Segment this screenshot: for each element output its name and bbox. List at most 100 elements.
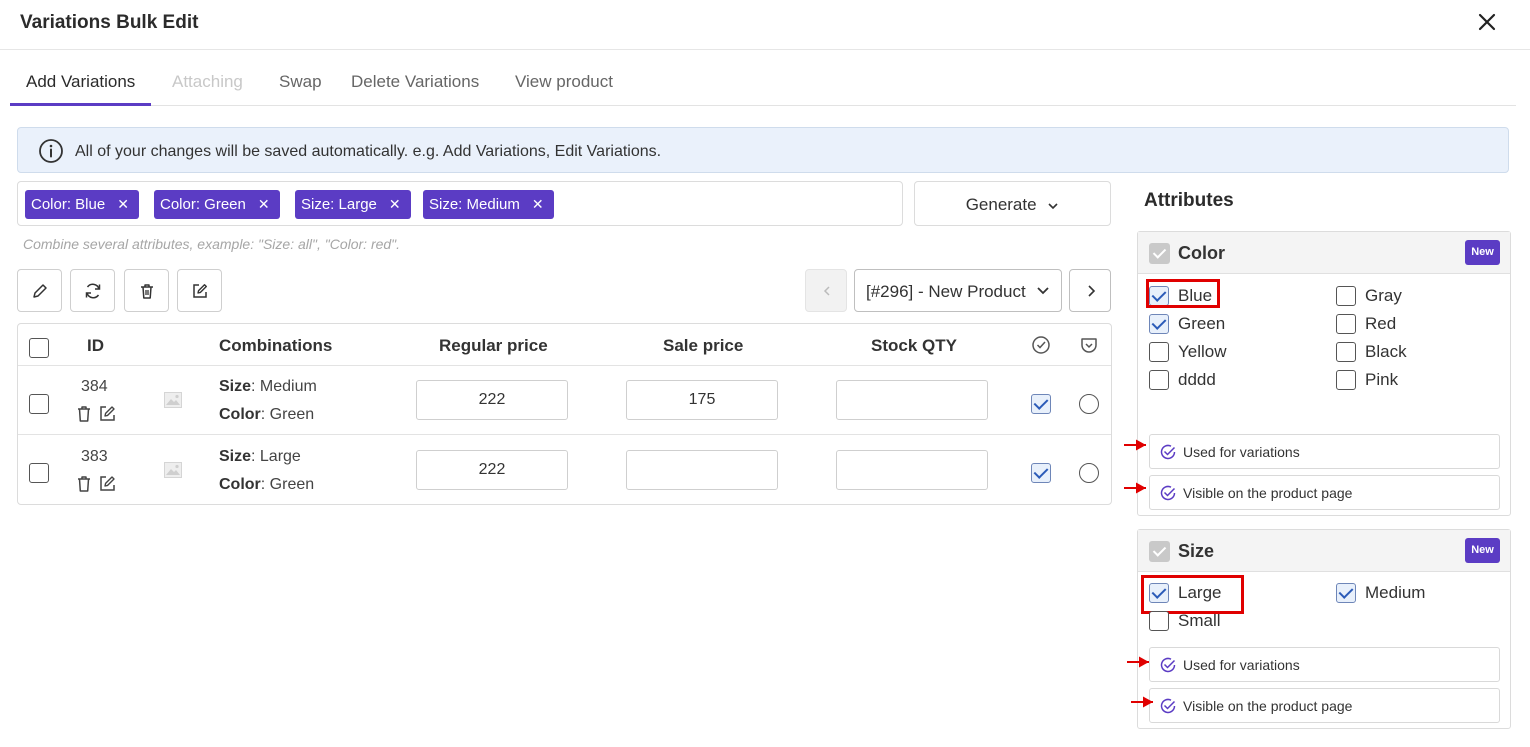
annotation-arrow-icon (1127, 656, 1149, 668)
enabled-checkbox[interactable] (1031, 463, 1051, 483)
option-label: dddd (1178, 370, 1216, 389)
option-label: Pink (1365, 370, 1399, 389)
image-placeholder-icon[interactable] (164, 392, 182, 408)
visible-on-product-page-label: Visible on the product page (1183, 698, 1353, 714)
combine-hint: Combine several attributes, example: "Si… (23, 236, 401, 252)
remove-tag-icon[interactable]: ✕ (117, 196, 129, 212)
image-placeholder-icon[interactable] (164, 462, 182, 478)
tag-label: Size: Large (301, 196, 377, 213)
pencil-icon (33, 284, 47, 298)
option-checkbox[interactable] (1149, 370, 1169, 390)
check-circle-icon (1160, 657, 1176, 673)
annotation-arrow-icon (1131, 696, 1153, 708)
close-icon[interactable] (1475, 10, 1499, 34)
stock-qty-input[interactable] (836, 380, 988, 420)
option-checkbox[interactable] (1336, 370, 1356, 390)
edit-icon[interactable] (98, 404, 117, 423)
edit-icon[interactable] (98, 474, 117, 493)
refresh-icon (85, 283, 101, 299)
row-checkbox[interactable] (29, 463, 49, 483)
option-label: Black (1365, 342, 1407, 361)
combination-line: Size: Large (219, 448, 301, 466)
tag-label: Color: Green (160, 196, 246, 213)
remove-tag-icon[interactable]: ✕ (532, 196, 544, 212)
column-header-combinations: Combinations (219, 336, 333, 355)
tab-delete-variations[interactable]: Delete Variations (335, 60, 495, 106)
tag-label: Color: Blue (31, 196, 106, 213)
option-checkbox[interactable] (1149, 342, 1169, 362)
panel-header: Color New (1138, 232, 1510, 274)
highlight-box (1141, 575, 1244, 614)
used-for-variations-toggle[interactable]: Used for variations (1149, 647, 1500, 682)
edit-button[interactable] (17, 269, 62, 312)
variations-table: ID Combinations Regular price Sale price… (17, 323, 1112, 505)
option-checkbox[interactable] (1336, 342, 1356, 362)
product-select[interactable]: [#296] - New Product (854, 269, 1062, 312)
check-circle-icon (1160, 698, 1176, 714)
prev-product-button[interactable] (805, 269, 847, 312)
default-radio[interactable] (1079, 463, 1099, 483)
next-product-button[interactable] (1069, 269, 1111, 312)
sale-price-input[interactable] (626, 450, 778, 490)
delete-button[interactable] (124, 269, 169, 312)
attribute-name: Size (1178, 541, 1215, 561)
option-checkbox[interactable] (1149, 314, 1169, 334)
stock-qty-input[interactable] (836, 450, 988, 490)
default-column-icon (1079, 335, 1099, 360)
trash-icon[interactable] (76, 475, 92, 493)
enabled-checkbox[interactable] (1031, 394, 1051, 414)
sale-price-input[interactable]: 175 (626, 380, 778, 420)
combination-line: Color: Green (219, 476, 314, 494)
option-checkbox[interactable] (1336, 314, 1356, 334)
remove-tag-icon[interactable]: ✕ (258, 196, 270, 212)
tab-view-product[interactable]: View product (499, 60, 629, 106)
regular-price-input[interactable]: 222 (416, 450, 568, 490)
option-checkbox[interactable] (1336, 583, 1356, 603)
tab-attaching[interactable]: Attaching (156, 60, 259, 106)
tab-bar: Add Variations Attaching Swap Delete Var… (10, 60, 1516, 106)
tag-chip: Size: Medium ✕ (423, 190, 554, 219)
attribute-select-checkbox[interactable] (1149, 541, 1170, 562)
row-checkbox[interactable] (29, 394, 49, 414)
info-icon (38, 138, 64, 164)
new-badge[interactable]: New (1465, 538, 1500, 563)
visible-on-product-page-toggle[interactable]: Visible on the product page (1149, 475, 1500, 510)
attribute-tag-input[interactable]: Color: Blue ✕ Color: Green ✕ Size: Large ✕ … (17, 181, 903, 226)
attribute-select-checkbox[interactable] (1149, 243, 1170, 264)
refresh-button[interactable] (70, 269, 115, 312)
new-badge[interactable]: New (1465, 240, 1500, 265)
attribute-value: : Large (251, 448, 301, 465)
select-all-checkbox[interactable] (29, 338, 49, 358)
panel-header: Size New (1138, 530, 1510, 572)
table-divider (18, 365, 1111, 366)
tag-chip: Color: Green ✕ (154, 190, 280, 219)
used-for-variations-toggle[interactable]: Used for variations (1149, 434, 1500, 469)
option-checkbox[interactable] (1336, 286, 1356, 306)
attributes-title: Attributes (1144, 190, 1234, 211)
option-label: Gray (1365, 286, 1402, 305)
generate-button[interactable]: Generate (914, 181, 1111, 226)
attribute-name: Color (219, 406, 261, 423)
highlight-box (1146, 279, 1220, 308)
attribute-panel-color: Color New Blue Gray Green Red Yellow Bla… (1137, 231, 1511, 516)
bulk-edit-button[interactable] (177, 269, 222, 312)
tag-chip: Color: Blue ✕ (25, 190, 139, 219)
default-radio[interactable] (1079, 394, 1099, 414)
attribute-name: Size (219, 448, 252, 465)
option-checkbox[interactable] (1149, 611, 1169, 631)
check-circle-icon (1160, 444, 1176, 460)
column-header-stock-qty: Stock QTY (871, 336, 957, 355)
annotation-arrow-icon (1124, 439, 1146, 451)
tab-swap[interactable]: Swap (263, 60, 338, 106)
tab-add-variations[interactable]: Add Variations (10, 60, 152, 106)
attribute-name: Color (1178, 243, 1225, 263)
remove-tag-icon[interactable]: ✕ (389, 196, 401, 212)
column-header-id: ID (87, 336, 104, 355)
annotation-arrow-icon (1124, 482, 1146, 494)
used-for-variations-label: Used for variations (1183, 444, 1300, 460)
option-label: Red (1365, 314, 1397, 333)
visible-on-product-page-toggle[interactable]: Visible on the product page (1149, 688, 1500, 723)
regular-price-input[interactable]: 222 (416, 380, 568, 420)
enabled-column-icon (1031, 335, 1051, 360)
trash-icon[interactable] (76, 405, 92, 423)
